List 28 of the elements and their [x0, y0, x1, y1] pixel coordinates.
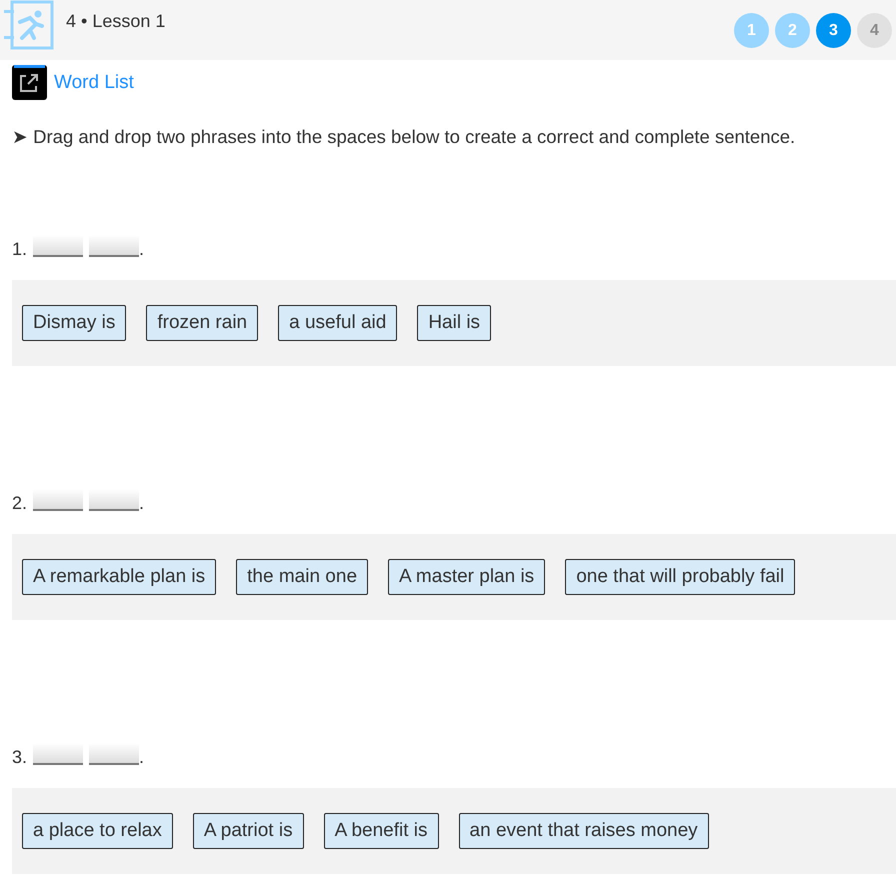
- drop-blank[interactable]: [33, 489, 84, 511]
- phrase-chip[interactable]: a place to relax: [22, 813, 173, 849]
- phrase-chip[interactable]: A benefit is: [324, 813, 439, 849]
- drop-blank[interactable]: [89, 743, 140, 765]
- instruction-text: ➤ Drag and drop two phrases into the spaces below to create a correct and complete sentence.: [12, 126, 796, 148]
- phrase-chip[interactable]: an event that raises money: [458, 813, 709, 849]
- question-number: 1.: [12, 239, 28, 260]
- phrase-chip[interactable]: frozen rain: [146, 305, 258, 341]
- sentence-period: .: [139, 493, 144, 514]
- sentence-period: .: [139, 747, 144, 768]
- drop-blank[interactable]: [33, 743, 84, 765]
- phrase-chip[interactable]: A patriot is: [192, 813, 304, 849]
- phrase-chip[interactable]: Dismay is: [22, 305, 126, 341]
- phrase-chip[interactable]: A remarkable plan is: [22, 559, 216, 595]
- sentence-period: .: [139, 239, 144, 260]
- lesson-title: 4 • Lesson 1: [66, 11, 166, 32]
- drop-blank[interactable]: [89, 489, 140, 511]
- external-link-icon[interactable]: [12, 65, 47, 100]
- drop-blank[interactable]: [33, 235, 84, 257]
- phrase-chip[interactable]: one that will probably fail: [565, 559, 796, 595]
- drop-blank[interactable]: [89, 235, 140, 257]
- phrase-chip[interactable]: the main one: [236, 559, 368, 595]
- question-number: 3.: [12, 747, 28, 768]
- question-number: 2.: [12, 493, 28, 514]
- phrase-chip[interactable]: A master plan is: [388, 559, 546, 595]
- running-figure-icon: [4, 0, 56, 52]
- phrase-chip[interactable]: Hail is: [417, 305, 492, 341]
- phrase-chip[interactable]: a useful aid: [278, 305, 398, 341]
